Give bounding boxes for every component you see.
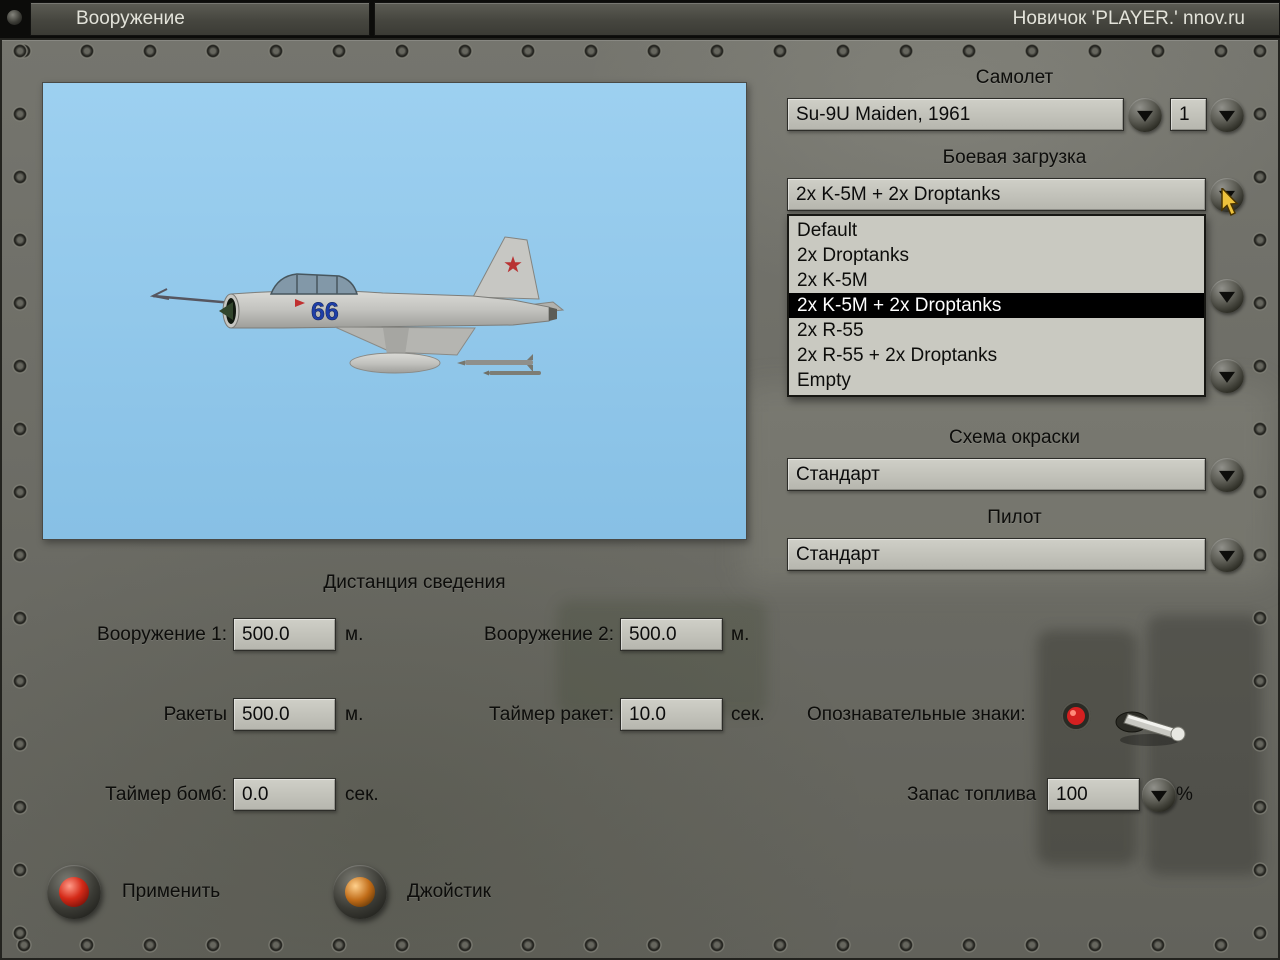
markings-label: Опознавательные знаки:: [807, 704, 1026, 725]
apply-button-label: Применить: [122, 881, 221, 902]
aircraft-select-arrow-button[interactable]: [1128, 98, 1162, 132]
weapon2-unit: м.: [731, 624, 750, 645]
aircraft-number: 66: [311, 298, 339, 326]
rockets-input[interactable]: [233, 698, 336, 731]
bomb-timer-unit: сек.: [345, 784, 379, 805]
player-info: Новичок 'PLAYER.' nnov.ru: [1012, 8, 1245, 29]
pilot-section-label: Пилот: [987, 507, 1042, 528]
aircraft-image: 66: [149, 236, 565, 376]
loadout-option-selected[interactable]: 2x K-5M + 2x Droptanks: [789, 293, 1204, 318]
screen-title: Вооружение: [76, 8, 185, 29]
joystick-button-label: Джойстик: [407, 881, 491, 902]
apply-button[interactable]: [47, 865, 101, 919]
weapon1-label: Вооружение 1:: [97, 624, 227, 645]
weapon2-input[interactable]: [620, 618, 723, 651]
loadout-option[interactable]: 2x Droptanks: [789, 243, 1204, 268]
loadout-option[interactable]: 2x K-5M: [789, 268, 1204, 293]
aircraft-count-arrow-button[interactable]: [1210, 98, 1244, 132]
player-info-panel: Новичок 'PLAYER.' nnov.ru: [374, 2, 1280, 36]
aircraft-preview: 66: [42, 82, 747, 540]
aircraft-count-field[interactable]: 1: [1170, 98, 1207, 131]
main-panel: 66 Самолет Su-9U Maiden, 1961 1 Боевая з…: [0, 38, 1280, 960]
armament-screen: Вооружение Новичок 'PLAYER.' nnov.ru 66 …: [0, 0, 1280, 960]
rockets-unit: м.: [345, 704, 364, 725]
loadout-option[interactable]: 2x R-55: [789, 318, 1204, 343]
loadout-dropdown-list: Default 2x Droptanks 2x K-5M 2x K-5M + 2…: [787, 214, 1206, 397]
fuel-label: Запас топлива: [907, 784, 1037, 805]
fuel-arrow-button[interactable]: [1142, 778, 1176, 812]
screw-icon: [7, 10, 22, 25]
paint-select[interactable]: Стандарт: [787, 458, 1206, 491]
weapon2-label: Вооружение 2:: [484, 624, 614, 645]
rivet-strip: [16, 937, 1264, 953]
joystick-button[interactable]: [333, 865, 387, 919]
rockets-label: Ракеты: [163, 704, 227, 725]
paint-section-label: Схема окраски: [949, 427, 1080, 448]
rocket-timer-label: Таймер ракет:: [489, 704, 614, 725]
loadout-option[interactable]: Empty: [789, 368, 1204, 393]
markings-toggle-switch[interactable]: [1052, 690, 1192, 752]
mouse-cursor: [1221, 186, 1243, 223]
rivet-strip: [12, 43, 28, 953]
rivet-strip: [1252, 43, 1268, 953]
fuel-input[interactable]: [1047, 778, 1140, 811]
screen-title-panel: Вооружение: [30, 2, 370, 36]
bomb-timer-input[interactable]: [233, 778, 336, 811]
convergence-title: Дистанция сведения: [323, 572, 506, 593]
loadout-section-label: Боевая загрузка: [942, 147, 1087, 168]
bomb-timer-label: Таймер бомб:: [105, 784, 227, 805]
fuel-unit: %: [1176, 784, 1193, 805]
rivet-strip: [16, 43, 1264, 59]
loadout-option[interactable]: 2x R-55 + 2x Droptanks: [789, 343, 1204, 368]
aircraft-select[interactable]: Su-9U Maiden, 1961: [787, 98, 1124, 131]
loadout-select[interactable]: 2x K-5M + 2x Droptanks: [787, 178, 1206, 211]
joystick-button-light: [345, 877, 375, 907]
apply-button-light: [59, 877, 89, 907]
rocket-timer-input[interactable]: [620, 698, 723, 731]
list-scroll-down-button[interactable]: [1210, 359, 1244, 393]
pilot-select[interactable]: Стандарт: [787, 538, 1206, 571]
weapon1-input[interactable]: [233, 618, 336, 651]
rocket-timer-unit: сек.: [731, 704, 765, 725]
loadout-option[interactable]: Default: [789, 218, 1204, 243]
toggle-switch-graphic: [1061, 701, 1186, 746]
top-bar: Вооружение Новичок 'PLAYER.' nnov.ru: [0, 0, 1280, 38]
list-scroll-up-button[interactable]: [1210, 279, 1244, 313]
weapon1-unit: м.: [345, 624, 364, 645]
pilot-select-arrow-button[interactable]: [1210, 538, 1244, 572]
aircraft-section-label: Самолет: [975, 67, 1054, 88]
paint-select-arrow-button[interactable]: [1210, 458, 1244, 492]
